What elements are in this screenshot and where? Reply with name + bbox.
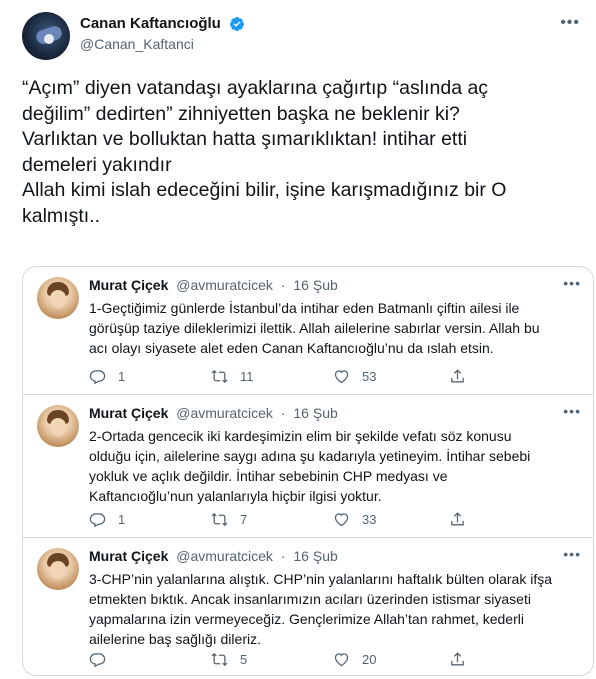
retweet-count: 11 bbox=[240, 368, 254, 384]
tweet-line: Allah kimi islah edeceğini bilir, işine … bbox=[22, 179, 507, 201]
tweet-line: “Açım” diyen vatandaşı ayaklarına çağırt… bbox=[22, 77, 489, 99]
quoted-tweet-line: 2-Ortada gencecik iki kardeşimizin elim … bbox=[89, 428, 512, 444]
share-icon bbox=[451, 651, 464, 665]
retweet-icon bbox=[211, 369, 228, 383]
like-button[interactable]: 33 bbox=[333, 509, 376, 529]
quoted-tweet[interactable]: Murat Çiçek @avmuratcicek · 16 Şub ••• 2… bbox=[23, 395, 593, 538]
quoted-tweet-text: 3-CHP’nin yalanlarına alıştık. CHP’nin y… bbox=[89, 569, 579, 649]
quoted-author-handle[interactable]: @avmuratcicek bbox=[176, 548, 273, 564]
tweet-line: kalmıştı.. bbox=[22, 204, 101, 227]
tweet-line: Varlıktan ve bolluktan hatta şımarıklıkt… bbox=[22, 128, 468, 150]
share-icon bbox=[451, 511, 464, 525]
author-name-block: Canan Kaftancıoğlu @Canan_Kaftanci bbox=[80, 15, 245, 52]
author-handle[interactable]: @Canan_Kaftanci bbox=[80, 36, 245, 52]
quoted-author-name[interactable]: Murat Çiçek bbox=[89, 405, 168, 421]
quoted-tweet-header: Murat Çiçek @avmuratcicek · 16 Şub bbox=[89, 277, 338, 293]
heart-icon bbox=[334, 369, 349, 383]
like-button[interactable]: 53 bbox=[333, 366, 376, 386]
retweet-count: 5 bbox=[240, 651, 248, 667]
reply-icon bbox=[89, 369, 106, 384]
like-count: 33 bbox=[362, 511, 377, 527]
reply-button[interactable]: 1 bbox=[89, 509, 125, 529]
quoted-tweet-line: ailelerine baş sağlığı dileriz. bbox=[89, 631, 261, 647]
retweet-count: 7 bbox=[240, 511, 248, 527]
quoted-tweet-line: 3-CHP’nin yalanlarına alıştık. CHP’nin y… bbox=[89, 571, 553, 587]
quoted-author-avatar[interactable] bbox=[37, 277, 79, 319]
retweet-button[interactable]: 5 bbox=[211, 649, 247, 669]
tweet-actions: 1 11 53 bbox=[89, 366, 509, 386]
retweet-button[interactable]: 11 bbox=[211, 366, 254, 386]
quoted-author-avatar[interactable] bbox=[37, 405, 79, 447]
quoted-thread-card[interactable]: Murat Çiçek @avmuratcicek · 16 Şub ••• 1… bbox=[22, 266, 594, 676]
tweet-header: Canan Kaftancıoğlu @Canan_Kaftanci ••• bbox=[22, 12, 582, 62]
quoted-tweet-text: 1-Geçtiğimiz günlerde İstanbul’da intiha… bbox=[89, 298, 579, 358]
tweet-actions: 5 20 bbox=[89, 649, 509, 669]
share-icon bbox=[451, 368, 464, 382]
tweet-line: değilim” dedirten” zihniyetten başka ne … bbox=[22, 102, 460, 125]
quoted-author-name[interactable]: Murat Çiçek bbox=[89, 548, 168, 564]
quoted-author-handle[interactable]: @avmuratcicek bbox=[176, 405, 273, 421]
reply-button[interactable] bbox=[89, 649, 118, 669]
quoted-tweet-line: acı olayı siyasete alet eden Canan Kafta… bbox=[89, 340, 494, 356]
share-button[interactable] bbox=[449, 509, 466, 529]
quoted-tweet-line: görüşüp taziye dileklerimizi ilettik. Al… bbox=[89, 320, 540, 336]
share-button[interactable] bbox=[449, 366, 466, 386]
more-options-icon[interactable]: ••• bbox=[563, 546, 581, 562]
separator-dot: · bbox=[280, 405, 286, 421]
quoted-tweet-date[interactable]: 16 Şub bbox=[293, 405, 337, 421]
like-button[interactable]: 20 bbox=[333, 649, 376, 669]
tweet-line: demeleri yakındır bbox=[22, 153, 172, 176]
share-button[interactable] bbox=[449, 649, 466, 669]
heart-icon bbox=[334, 652, 349, 666]
reply-button[interactable]: 1 bbox=[89, 366, 125, 386]
heart-icon bbox=[334, 512, 349, 526]
author-avatar[interactable] bbox=[22, 12, 70, 60]
author-display-name[interactable]: Canan Kaftancıoğlu bbox=[80, 15, 221, 32]
more-options-icon[interactable]: ••• bbox=[563, 275, 581, 291]
quoted-tweet-line: etmekten bıktık. Ancak insanlarımızın ac… bbox=[89, 591, 531, 607]
reply-count: 1 bbox=[118, 368, 126, 384]
quoted-tweet-line: yokluk ve açlık değildir. İntihar sebebi… bbox=[89, 468, 448, 484]
quoted-tweet-date[interactable]: 16 Şub bbox=[293, 277, 337, 293]
reply-count: 1 bbox=[118, 511, 126, 527]
retweet-icon bbox=[211, 652, 228, 666]
verified-badge-icon bbox=[230, 16, 245, 31]
quoted-tweet-text: 2-Ortada gencecik iki kardeşimizin elim … bbox=[89, 426, 579, 506]
more-options-icon[interactable]: ••• bbox=[563, 403, 581, 419]
quoted-tweet-line: yapmalarına izin vermeyeceğiz. Gençlerim… bbox=[89, 611, 524, 627]
separator-dot: · bbox=[280, 548, 286, 564]
retweet-button[interactable]: 7 bbox=[211, 509, 247, 529]
separator-dot: · bbox=[280, 277, 286, 293]
reply-icon bbox=[89, 652, 106, 667]
quoted-tweet-line: 1-Geçtiğimiz günlerde İstanbul’da intiha… bbox=[89, 300, 520, 316]
like-count: 53 bbox=[362, 368, 377, 384]
retweet-icon bbox=[211, 512, 228, 526]
quoted-tweet-date[interactable]: 16 Şub bbox=[293, 548, 337, 564]
quoted-tweet-header: Murat Çiçek @avmuratcicek · 16 Şub bbox=[89, 548, 338, 564]
reply-icon bbox=[89, 512, 106, 527]
quoted-tweet[interactable]: Murat Çiçek @avmuratcicek · 16 Şub ••• 1… bbox=[23, 267, 593, 395]
like-count: 20 bbox=[362, 651, 377, 667]
quoted-author-name[interactable]: Murat Çiçek bbox=[89, 277, 168, 293]
quoted-tweet-line: olduğu için, ailelerine saygı adına şu k… bbox=[89, 448, 531, 464]
quoted-author-handle[interactable]: @avmuratcicek bbox=[176, 277, 273, 293]
more-options-icon[interactable]: ••• bbox=[560, 14, 580, 32]
quoted-tweet-header: Murat Çiçek @avmuratcicek · 16 Şub bbox=[89, 405, 338, 421]
tweet-actions: 1 7 33 bbox=[89, 509, 509, 529]
quoted-author-avatar[interactable] bbox=[37, 548, 79, 590]
quoted-tweet-line: Kaftancıoğlu’nun yalanlarıyla hiçbir ilg… bbox=[89, 488, 382, 504]
tweet-text: “Açım” diyen vatandaşı ayaklarına çağırt… bbox=[22, 76, 590, 229]
quoted-tweet[interactable]: Murat Çiçek @avmuratcicek · 16 Şub ••• 3… bbox=[23, 538, 593, 675]
